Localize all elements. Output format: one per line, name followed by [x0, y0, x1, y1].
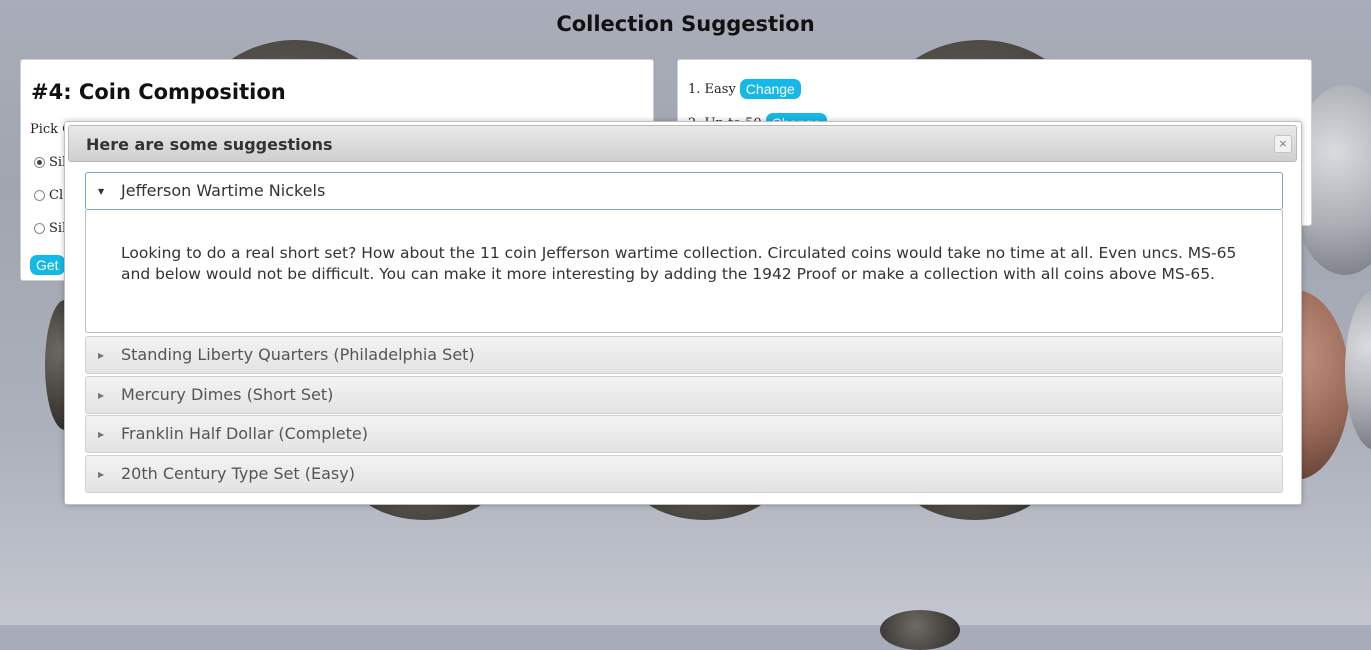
option-radio-1[interactable]: Sil: [34, 155, 66, 170]
accordion-header-type-set[interactable]: ▶ 20th Century Type Set (Easy): [85, 455, 1283, 493]
chevron-down-icon: ▼: [98, 187, 105, 196]
step-title: #4: Coin Composition: [31, 80, 286, 104]
change-button[interactable]: Change: [739, 79, 801, 99]
accordion-header-franklin-half[interactable]: ▶ Franklin Half Dollar (Complete): [85, 415, 1283, 453]
accordion-header-jefferson-nickels[interactable]: ▼ Jefferson Wartime Nickels: [85, 172, 1283, 210]
radio-button[interactable]: [34, 223, 45, 234]
dialog-title: Here are some suggestions: [86, 135, 333, 154]
background-coin: [880, 610, 960, 650]
option-radio-2[interactable]: Cl: [34, 188, 63, 203]
chevron-right-icon: ▶: [98, 430, 105, 439]
accordion-label: Mercury Dimes (Short Set): [121, 385, 334, 404]
close-icon[interactable]: ×: [1274, 135, 1292, 153]
summary-item-1: 1. Easy Change: [688, 79, 801, 99]
background-coin: [1345, 290, 1371, 450]
radio-button[interactable]: [34, 190, 45, 201]
accordion-header-standing-liberty[interactable]: ▶ Standing Liberty Quarters (Philadelphi…: [85, 336, 1283, 374]
accordion-label: 20th Century Type Set (Easy): [121, 464, 355, 483]
chevron-right-icon: ▶: [98, 351, 105, 360]
suggestion-description: Looking to do a real short set? How abou…: [121, 244, 1237, 283]
accordion-panel: Looking to do a real short set? How abou…: [85, 210, 1283, 333]
accordion-label: Standing Liberty Quarters (Philadelphia …: [121, 345, 475, 364]
accordion-header-mercury-dimes[interactable]: ▶ Mercury Dimes (Short Set): [85, 376, 1283, 414]
radio-button[interactable]: [34, 157, 45, 168]
accordion-label: Franklin Half Dollar (Complete): [121, 424, 369, 443]
summary-item-text: 1. Easy: [688, 81, 736, 97]
page-title: Collection Suggestion: [556, 12, 815, 36]
get-button[interactable]: Get: [30, 255, 65, 275]
suggestions-dialog: Here are some suggestions × ▼ Jefferson …: [64, 121, 1302, 505]
option-label: Cl: [49, 188, 64, 203]
chevron-right-icon: ▶: [98, 470, 105, 479]
chevron-right-icon: ▶: [98, 391, 105, 400]
dialog-header[interactable]: Here are some suggestions ×: [68, 125, 1297, 162]
option-radio-3[interactable]: Sil: [34, 221, 66, 236]
accordion-label: Jefferson Wartime Nickels: [121, 181, 326, 200]
